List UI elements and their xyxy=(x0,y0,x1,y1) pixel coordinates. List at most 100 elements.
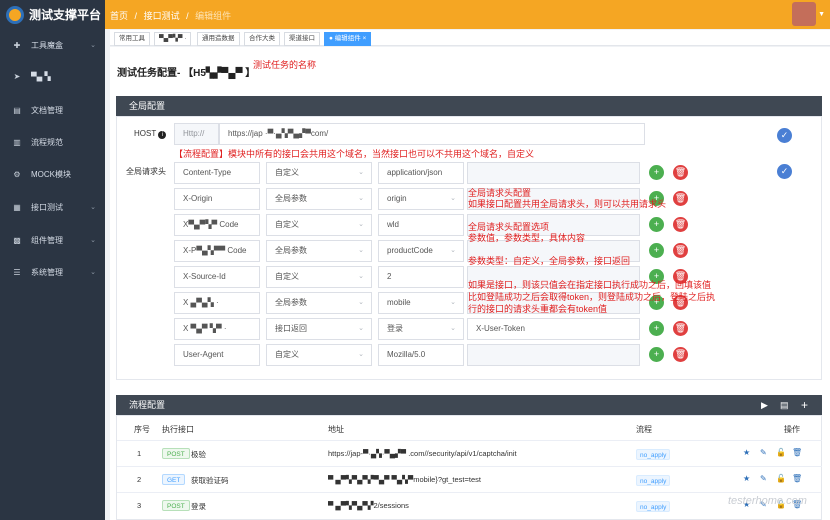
chevron-down-icon: ⌄ xyxy=(90,237,96,244)
header-value-input[interactable]: 登录 ⌄ xyxy=(378,318,464,340)
add-row-button[interactable]: + xyxy=(649,321,664,336)
table-divider xyxy=(117,466,822,467)
header-type-select[interactable]: 全局参数 ⌄ xyxy=(266,188,372,210)
sidebar-item-docs[interactable]: ▤ 文档管理 xyxy=(0,100,105,120)
header-value-text: 登录 xyxy=(387,324,403,333)
watermark: testerhome.com xyxy=(728,495,807,507)
header-type-select[interactable]: 自定义 ⌄ xyxy=(266,214,372,236)
tab-channel-api[interactable]: 渠道接口 xyxy=(284,32,320,46)
tab-partners[interactable]: 合作大类 xyxy=(244,32,280,46)
list-icon: ☰ xyxy=(13,267,21,277)
tab-common-tools[interactable]: 常用工具 xyxy=(114,32,150,46)
chevron-down-icon: ⌄ xyxy=(90,42,96,49)
header-name-input[interactable]: X ▄▀▄▚ · xyxy=(174,292,260,314)
header-name-input[interactable]: X-Origin xyxy=(174,188,260,210)
tab-data-gen[interactable]: 通用造数据 xyxy=(197,32,240,46)
row-number: 1 xyxy=(137,449,142,458)
delete-row-button[interactable]: 🗑 xyxy=(673,165,688,180)
header-type-select[interactable]: 全局参数 ⌄ xyxy=(266,240,372,262)
info-icon[interactable]: i xyxy=(158,131,167,139)
header-extra-input[interactable] xyxy=(467,344,640,366)
header-value-input[interactable]: productCode ⌄ xyxy=(378,240,464,262)
header-name-input[interactable]: X-P▀▄▚▀▀ Code xyxy=(174,240,260,262)
header-name-input[interactable]: User-Agent xyxy=(174,344,260,366)
header-type-select[interactable]: 全局参数 ⌄ xyxy=(266,292,372,314)
header-type-select[interactable]: 接口返回 ⌄ xyxy=(266,318,372,340)
headers-annotation-8: 行的接口的请求头重都会有token值 xyxy=(468,304,608,314)
sidebar-item-process[interactable]: ▥ 流程规范 xyxy=(0,132,105,152)
document-icon[interactable]: ▤ xyxy=(780,395,789,415)
star-icon[interactable]: ★ xyxy=(743,448,750,457)
header-type-select[interactable]: 自定义 ⌄ xyxy=(266,344,372,366)
add-row-button[interactable]: + xyxy=(649,165,664,180)
delete-row-button[interactable]: 🗑 xyxy=(673,191,688,206)
row-number: 3 xyxy=(137,501,142,510)
lock-icon[interactable]: 🔓 xyxy=(776,448,786,457)
host-input[interactable]: https://jap ·▀·▄▚▀▄▞▀com/ xyxy=(219,123,645,145)
avatar-dropdown-icon[interactable]: ▼ xyxy=(818,11,825,18)
add-row-button[interactable]: + xyxy=(649,217,664,232)
header-extra-input[interactable]: X-User-Token xyxy=(467,318,640,340)
breadcrumb-sep: / xyxy=(134,11,138,21)
sidebar-item-redacted[interactable]: ➤ ▀▄ ▚ xyxy=(0,66,105,86)
header-value-input[interactable]: Mozilla/5.0 xyxy=(378,344,464,366)
header-value-input[interactable]: origin ⌄ xyxy=(378,188,464,210)
delete-row-button[interactable]: 🗑 xyxy=(673,217,688,232)
header-value-input[interactable]: 2 xyxy=(378,266,464,288)
add-row-button[interactable]: + xyxy=(649,243,664,258)
header-name-input[interactable]: Content-Type xyxy=(174,162,260,184)
flow-status-badge: no_apply xyxy=(636,501,671,512)
edit-icon[interactable]: ✎ xyxy=(760,448,767,457)
trash-icon[interactable]: 🗑 xyxy=(792,474,802,483)
app-logo-icon xyxy=(6,5,24,24)
sidebar-item-api-test[interactable]: ▦ 接口测试 ⌄ xyxy=(0,197,105,217)
page-title: 测试任务配置- 【H5▚▞▀▄▀ 】 xyxy=(117,68,256,79)
breadcrumb-home[interactable]: 首页 xyxy=(110,11,128,21)
headers-confirm-button[interactable]: ✓ xyxy=(777,164,792,179)
tab-edit-component[interactable]: ● 编辑组件 × xyxy=(324,32,372,46)
breadcrumb-api-test[interactable]: 接口测试 xyxy=(144,11,180,21)
delete-row-button[interactable]: 🗑 xyxy=(673,321,688,336)
host-confirm-button[interactable]: ✓ xyxy=(777,128,792,143)
header-name-input[interactable]: X ▀▄▀ ▚▀ · xyxy=(174,318,260,340)
host-protocol-prefix: Http:// xyxy=(174,123,219,145)
column-header-no: 序号 xyxy=(134,425,150,434)
delete-row-button[interactable]: 🗑 xyxy=(673,347,688,362)
sidebar-item-components[interactable]: ▩ 组件管理 ⌄ xyxy=(0,230,105,250)
add-row-button[interactable]: + xyxy=(649,347,664,362)
header-type-value: 全局参数 xyxy=(275,194,307,203)
star-icon[interactable]: ★ xyxy=(743,474,750,483)
api-name[interactable]: 登录 xyxy=(191,501,206,512)
sidebar-item-mock[interactable]: ⚙ MOCK模块 xyxy=(0,164,105,184)
header-value-input[interactable]: application/json xyxy=(378,162,464,184)
app-logo-area[interactable]: 测试支撑平台 xyxy=(0,0,105,29)
lock-icon[interactable]: 🔓 xyxy=(776,474,786,483)
header-type-select[interactable]: 自定义 ⌄ xyxy=(266,162,372,184)
delete-row-button[interactable]: 🗑 xyxy=(673,243,688,258)
add-icon[interactable]: + xyxy=(801,395,808,415)
plus-icon: ✚ xyxy=(13,40,21,50)
sidebar-item-tools[interactable]: ✚ 工具魔盒 ⌄ xyxy=(0,35,105,55)
api-name[interactable]: 极验 xyxy=(191,449,206,460)
header-name-input[interactable]: X-Source-Id xyxy=(174,266,260,288)
method-badge: POST xyxy=(162,448,190,459)
header-value-input[interactable]: wld xyxy=(378,214,464,236)
header-name-input[interactable]: X▀▄▀▚▀ Code xyxy=(174,214,260,236)
header-extra-input[interactable] xyxy=(467,162,640,184)
header-value-input[interactable]: mobile ⌄ xyxy=(378,292,464,314)
edit-icon[interactable]: ✎ xyxy=(760,474,767,483)
header-type-select[interactable]: 自定义 ⌄ xyxy=(266,266,372,288)
play-icon[interactable]: ▶ xyxy=(761,395,768,415)
chevron-down-icon: ⌄ xyxy=(358,169,364,176)
api-address: ▀ ▄▀▚▀▄▀▞▀▄▀ ▀▄▚▀mobile}?gt_test=test xyxy=(328,475,481,484)
flow-config-header: 流程配置 xyxy=(116,395,822,415)
api-name[interactable]: 获取验证码 xyxy=(191,475,229,486)
headers-annotation-5: 参数类型：自定义，全局参数，接口返回 xyxy=(468,256,631,266)
sidebar-item-system[interactable]: ☰ 系统管理 ⌄ xyxy=(0,262,105,282)
chevron-down-icon: ⌄ xyxy=(450,195,456,202)
chevron-down-icon: ⌄ xyxy=(450,247,456,254)
user-avatar[interactable] xyxy=(792,2,816,26)
tab-redacted[interactable]: ▀▄▀▚▀ · xyxy=(154,32,192,46)
sidebar-item-label: 流程规范 xyxy=(31,137,63,147)
trash-icon[interactable]: 🗑 xyxy=(792,448,802,457)
